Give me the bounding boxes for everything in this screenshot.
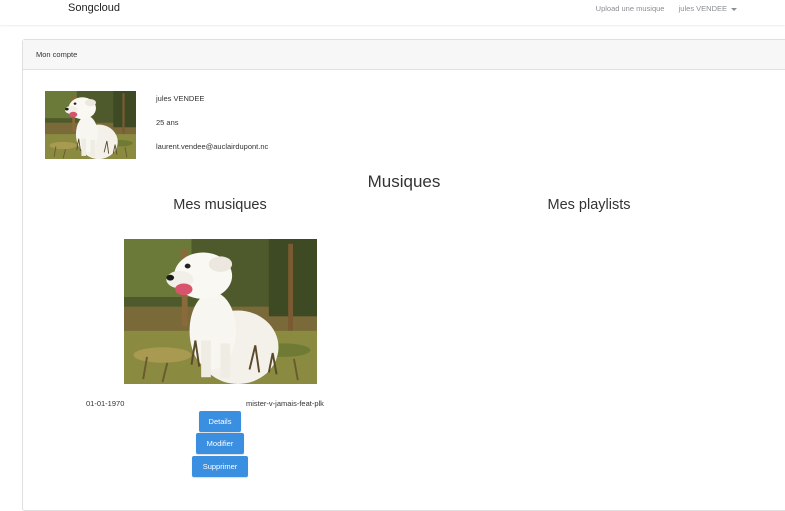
details-button[interactable]: Details bbox=[199, 411, 241, 432]
heading-my-music: Mes musiques bbox=[173, 197, 267, 213]
upload-music-link[interactable]: Upload une musique bbox=[596, 4, 665, 13]
heading-my-playlists: Mes playlists bbox=[547, 197, 631, 213]
track-cover-image[interactable] bbox=[124, 239, 317, 384]
profile-email: laurent.vendee@auclairdupont.nc bbox=[156, 142, 269, 151]
user-menu-label: jules VENDEE bbox=[678, 4, 727, 13]
profile-age: 25 ans bbox=[156, 118, 179, 127]
navbar-right: Upload une musique jules VENDEE bbox=[596, 4, 737, 13]
track-title: mister-v-jamais-feat-plk bbox=[246, 399, 324, 408]
caret-down-icon bbox=[731, 7, 737, 11]
edit-button[interactable]: Modifier bbox=[196, 433, 244, 454]
profile-avatar bbox=[45, 91, 136, 159]
card-title: Mon compte bbox=[36, 50, 78, 59]
dog-photo bbox=[124, 239, 317, 384]
dog-photo bbox=[45, 91, 136, 159]
delete-button[interactable]: Supprimer bbox=[192, 456, 248, 477]
card-header: Mon compte bbox=[23, 40, 785, 70]
section-title-musiques: Musiques bbox=[367, 172, 441, 191]
top-navbar: Songcloud Upload une musique jules VENDE… bbox=[0, 0, 785, 25]
profile-name: jules VENDEE bbox=[156, 94, 205, 103]
brand-link[interactable]: Songcloud bbox=[68, 2, 120, 14]
user-menu-dropdown[interactable]: jules VENDEE bbox=[679, 4, 737, 13]
track-date: 01-01-1970 bbox=[86, 399, 125, 408]
